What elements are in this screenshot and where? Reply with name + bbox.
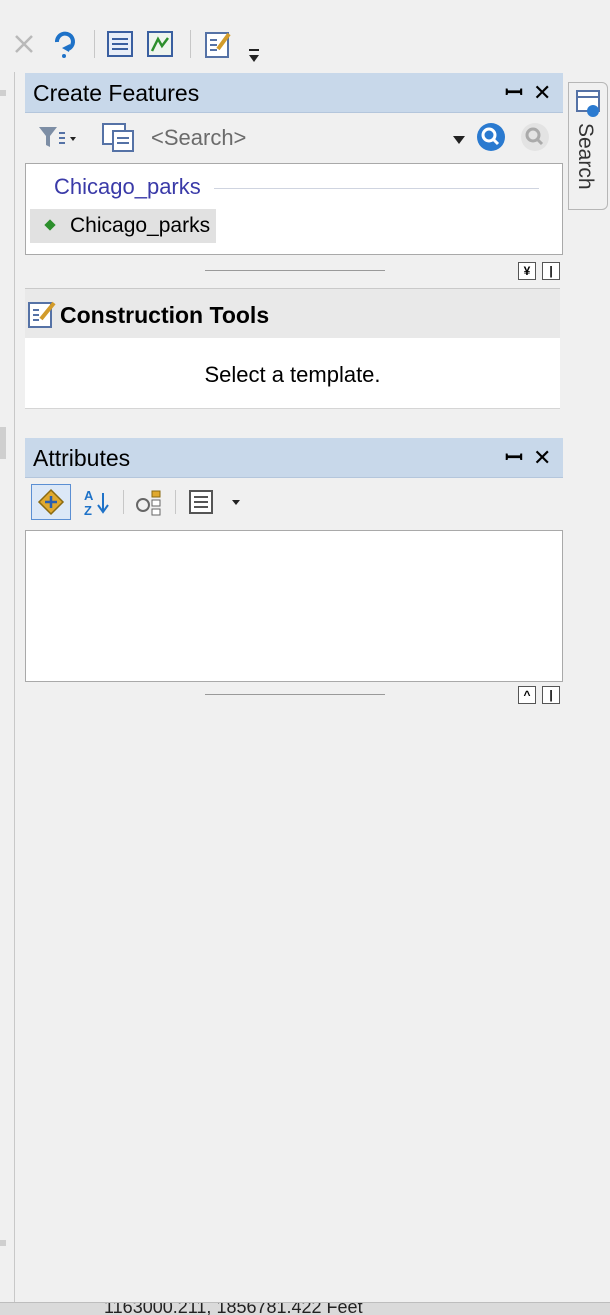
rotate-icon[interactable] [48,28,80,60]
pin-icon[interactable]: ꟷ [505,73,523,113]
svg-text:A: A [84,488,94,503]
attribute-table-icon[interactable] [104,28,136,60]
group-divider [214,188,539,189]
template-item-label: Chicago_parks [70,214,211,237]
svg-text:Z: Z [84,503,92,517]
search-icon[interactable] [475,121,507,158]
toolbar-overflow-icon[interactable] [244,42,264,68]
left-dock-strip [0,72,15,1302]
collapse-up-icon[interactable]: ^ [518,686,536,704]
attributes-content [25,530,563,682]
show-related-icon[interactable] [129,484,169,520]
filter-icon[interactable] [37,123,77,155]
template-list: Chicago_parks Chicago_parks [25,163,563,255]
construction-tools-icon [27,299,57,334]
panel-splitter[interactable] [205,694,385,695]
sort-icon[interactable]: AZ [77,484,117,520]
coordinate-readout: 1163000.211, 1856781.422 Feet [104,1302,363,1315]
attributes-title: Attributes [33,445,131,471]
search-input[interactable]: <Search> [145,119,501,157]
search-dropdown-icon[interactable] [453,133,465,151]
template-item[interactable]: Chicago_parks [30,209,217,243]
create-features-header: Create Features ꟷ ✕ [25,73,563,113]
delete-icon[interactable] [8,28,40,60]
organize-templates-icon[interactable] [101,121,137,155]
construction-tools-title: Construction Tools [60,302,270,328]
construction-tools-body: Select a template. [25,338,560,409]
attributes-header: Attributes ꟷ ✕ [25,438,563,478]
search-tab-label: Search [574,123,597,190]
layout-toggle-icon[interactable]: | [542,262,560,280]
template-group-label: Chicago_parks [54,174,201,199]
layout-toggle-icon[interactable]: | [542,686,560,704]
construction-tools-header: Construction Tools [25,288,560,339]
panel-splitter[interactable] [205,270,385,271]
attribute-options-icon[interactable] [183,484,249,520]
point-symbol-icon [44,219,56,231]
close-icon[interactable]: ✕ [533,438,551,478]
status-bar: 1163000.211, 1856781.422 Feet [0,1302,610,1315]
editor-options-icon[interactable] [202,28,234,60]
pin-icon[interactable]: ꟷ [505,438,523,478]
close-icon[interactable]: ✕ [533,73,551,113]
search-side-tab[interactable]: Search [568,82,608,210]
editor-toolbar [0,0,610,72]
collapse-down-icon[interactable]: ¥ [518,262,536,280]
create-features-toolbar: <Search> [25,113,563,163]
create-features-title: Create Features [33,80,200,106]
search-window-icon [575,89,603,124]
select-template-message: Select a template. [204,362,381,387]
attributes-toolbar: AZ [25,478,563,530]
clear-search-icon[interactable] [519,121,551,158]
show-layer-names-icon[interactable] [31,484,71,520]
sketch-properties-icon[interactable] [144,28,176,60]
